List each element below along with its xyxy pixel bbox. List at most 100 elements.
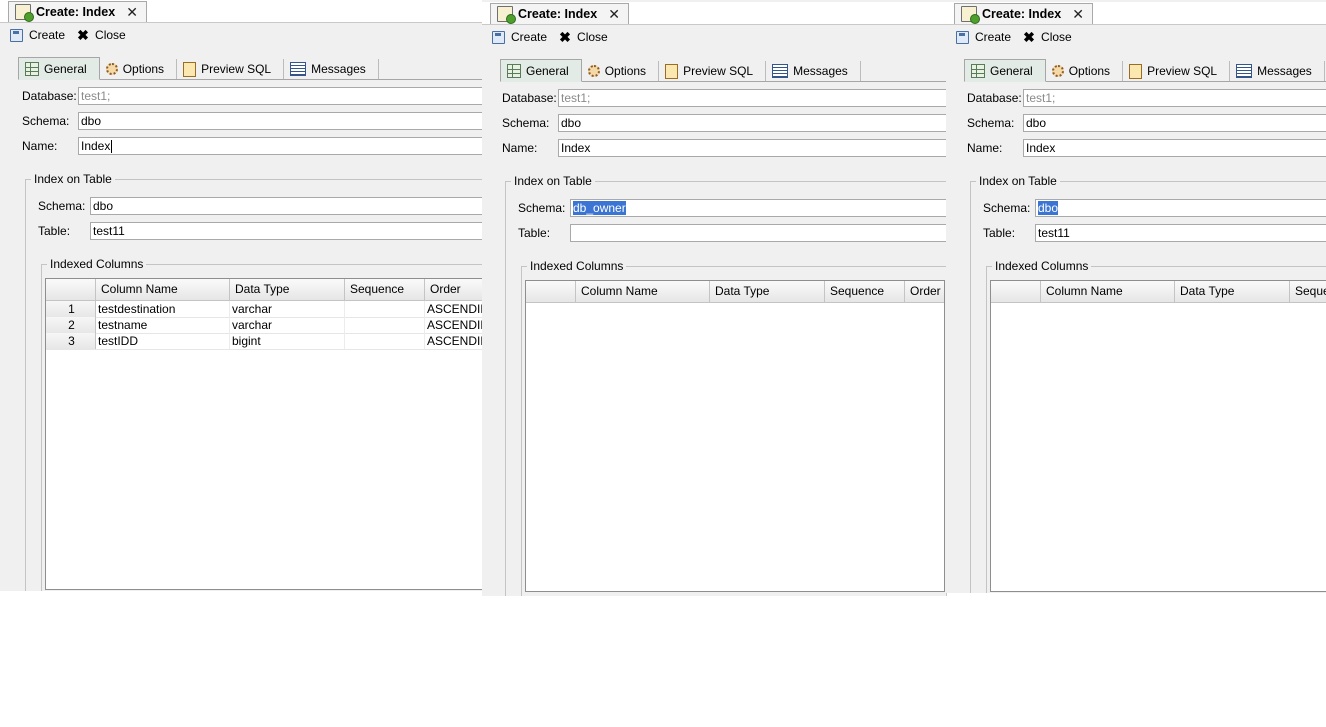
tab-label: Options	[604, 64, 647, 78]
column-header[interactable]: Data Type	[710, 281, 825, 302]
create-button[interactable]: Create	[6, 26, 69, 44]
indexed-columns-title: Indexed Columns	[47, 257, 147, 271]
table-schema-field[interactable]: dbo	[1035, 199, 1326, 217]
table-row[interactable]: 2 testname varchar ASCENDING	[46, 317, 482, 334]
document-tabbar: Create: Index ✕	[946, 2, 1326, 25]
database-field[interactable]: test1;	[1023, 89, 1326, 107]
tab-options[interactable]: Options	[1045, 61, 1124, 81]
column-header[interactable]	[526, 281, 576, 302]
selected-text: dbo	[1038, 201, 1059, 215]
subtab-bar: General Options Preview SQL Messages	[500, 59, 946, 82]
create-button[interactable]: Create	[488, 28, 551, 46]
close-icon: ✖	[77, 27, 89, 43]
save-icon	[492, 30, 505, 44]
document-tab[interactable]: Create: Index ✕	[490, 3, 629, 24]
subtab-bar: General Options Preview SQL Messages	[18, 57, 482, 80]
name-field[interactable]: Index	[78, 137, 482, 155]
name-label: Name:	[967, 141, 1003, 155]
close-button[interactable]: ✖ Close	[555, 28, 612, 46]
table-schema-field[interactable]: db_owner	[570, 199, 946, 217]
document-tab[interactable]: Create: Index ✕	[954, 3, 1093, 24]
grid-icon	[971, 63, 985, 78]
cell-column-name[interactable]: testIDD	[96, 333, 230, 349]
cell-order[interactable]: ASCENDING	[425, 317, 482, 333]
indexed-columns-table[interactable]: Column Name Data Type Sequence	[990, 280, 1326, 592]
table-header: Column Name Data Type Sequence	[991, 281, 1326, 303]
cell-sequence[interactable]	[345, 301, 425, 317]
schema-label: Schema:	[22, 114, 70, 128]
column-header[interactable]: Order	[905, 281, 944, 302]
tab-messages[interactable]: Messages	[1230, 61, 1325, 81]
database-field[interactable]: test1;	[78, 87, 482, 105]
column-header[interactable]: Column Name	[1041, 281, 1175, 302]
tab-options[interactable]: Options	[99, 59, 178, 79]
toolbar: Create ✖ Close	[482, 26, 946, 48]
close-button-label: Close	[95, 28, 126, 42]
cell-data-type[interactable]: bigint	[230, 333, 345, 349]
indexed-columns-table[interactable]: Column Name Data Type Sequence Order 1 t…	[45, 278, 482, 590]
name-field[interactable]: Index	[558, 139, 946, 157]
table-row[interactable]: 3 testIDD bigint ASCENDING	[46, 333, 482, 350]
column-header[interactable]: Sequence	[1290, 281, 1326, 302]
tab-preview-sql[interactable]: Preview SQL	[177, 59, 285, 79]
tab-messages[interactable]: Messages	[766, 61, 861, 81]
tab-options[interactable]: Options	[581, 61, 660, 81]
gear-icon	[1051, 65, 1064, 77]
gear-icon	[105, 63, 118, 75]
messages-icon	[772, 64, 789, 78]
close-tab-icon[interactable]: ✕	[608, 6, 620, 23]
tab-general[interactable]: General	[500, 59, 582, 82]
column-header[interactable]: Column Name	[96, 279, 230, 300]
tab-preview-sql[interactable]: Preview SQL	[1123, 61, 1231, 81]
document-tabbar: Create: Index ✕	[0, 0, 482, 23]
document-tab-title: Create: Index	[518, 7, 598, 21]
name-label: Name:	[22, 139, 58, 153]
close-tab-icon[interactable]: ✕	[1072, 6, 1084, 23]
close-tab-icon[interactable]: ✕	[126, 4, 138, 21]
tab-general[interactable]: General	[964, 59, 1046, 82]
cell-order[interactable]: ASCENDING	[425, 301, 482, 317]
column-header[interactable]	[46, 279, 96, 300]
name-field[interactable]: Index	[1023, 139, 1326, 157]
create-index-icon	[15, 4, 34, 22]
table-field[interactable]: test11	[1035, 224, 1326, 242]
column-header[interactable]: Data Type	[1175, 281, 1290, 302]
close-button[interactable]: ✖ Close	[73, 26, 130, 44]
cell-sequence[interactable]	[345, 333, 425, 349]
document-tab[interactable]: Create: Index ✕	[8, 1, 147, 22]
cell-data-type[interactable]: varchar	[230, 301, 345, 317]
table-field[interactable]: test11	[90, 222, 482, 240]
schema-field[interactable]: dbo	[1023, 114, 1326, 132]
column-header[interactable]	[991, 281, 1041, 302]
database-field[interactable]: test1;	[558, 89, 946, 107]
tab-messages[interactable]: Messages	[284, 59, 379, 79]
close-button[interactable]: ✖ Close	[1019, 28, 1076, 46]
cell-column-name[interactable]: testname	[96, 317, 230, 333]
schema-field[interactable]: dbo	[558, 114, 946, 132]
create-button-label: Create	[975, 30, 1012, 44]
create-index-icon	[497, 6, 516, 24]
column-header[interactable]: Order	[425, 279, 482, 300]
cell-order[interactable]: ASCENDING	[425, 333, 482, 349]
tab-label: Messages	[1257, 64, 1312, 78]
toolbar: Create ✖ Close	[946, 26, 1326, 48]
cell-data-type[interactable]: varchar	[230, 317, 345, 333]
table-schema-label: Schema:	[983, 201, 1031, 215]
cell-sequence[interactable]	[345, 317, 425, 333]
tab-general[interactable]: General	[18, 57, 100, 80]
table-row[interactable]: 1 testdestination varchar ASCENDING	[46, 301, 482, 318]
create-button[interactable]: Create	[952, 28, 1015, 46]
tab-label: General	[44, 61, 87, 76]
schema-field[interactable]: dbo	[78, 112, 482, 130]
table-label: Table:	[518, 226, 551, 240]
indexed-columns-table[interactable]: Column Name Data Type Sequence Order	[525, 280, 945, 592]
table-field[interactable]	[570, 224, 946, 242]
column-header[interactable]: Data Type	[230, 279, 345, 300]
cell-column-name[interactable]: testdestination	[96, 301, 230, 317]
column-header[interactable]: Sequence	[345, 279, 425, 300]
table-schema-field[interactable]: dbo	[90, 197, 482, 215]
tab-preview-sql[interactable]: Preview SQL	[659, 61, 767, 81]
column-header[interactable]: Sequence	[825, 281, 905, 302]
column-header[interactable]: Column Name	[576, 281, 710, 302]
tab-label: Options	[1068, 64, 1111, 78]
